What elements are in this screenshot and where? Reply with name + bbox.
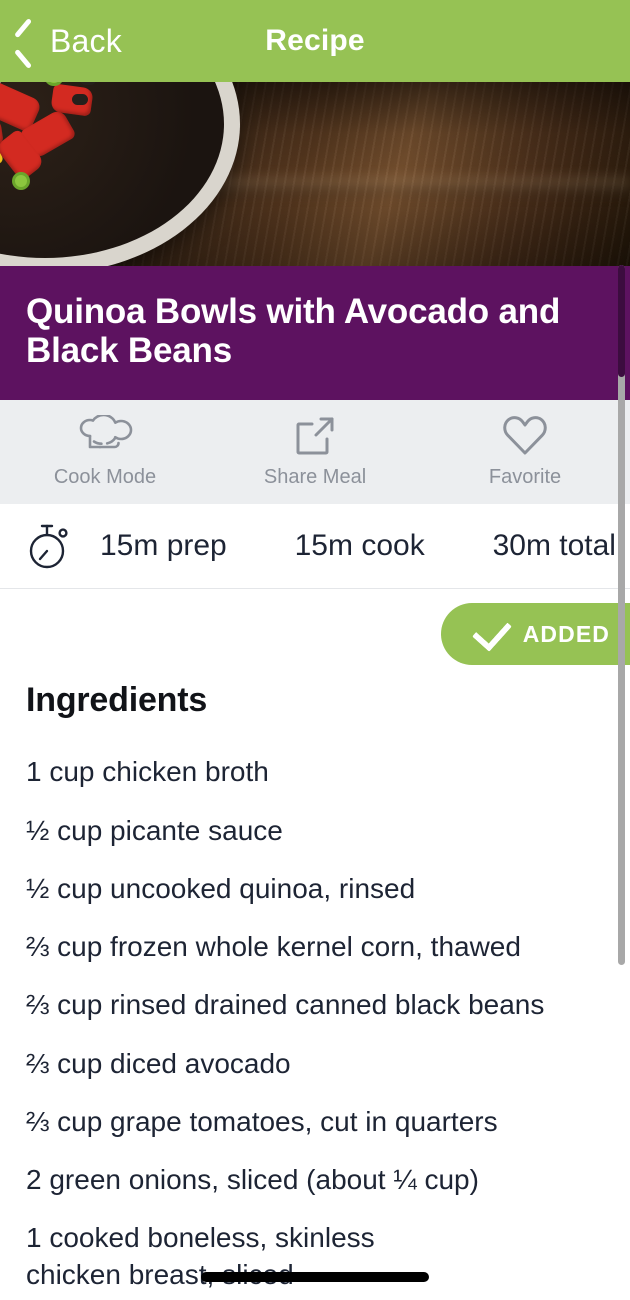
cook-mode-label: Cook Mode	[53, 466, 157, 489]
recipe-hero-image	[0, 82, 630, 266]
vertical-scrollbar-over-banner[interactable]	[618, 265, 625, 377]
share-box-arrow-icon	[294, 415, 336, 457]
ingredient-item: 1 cooked boneless, skinless chicken brea…	[26, 1222, 375, 1291]
chevron-left-icon	[14, 23, 36, 59]
ingredient-item: ⅔ cup grape tomatoes, cut in quarters	[26, 1105, 498, 1137]
favorite-button[interactable]: Favorite	[420, 415, 630, 489]
ingredient-item: ⅔ cup rinsed drained canned black beans	[26, 989, 545, 1021]
total-time: 30m total	[492, 529, 616, 563]
ingredients-heading: Ingredients	[26, 681, 208, 720]
time-values: 15m prep 15m cook 30m total	[78, 529, 616, 563]
ingredient-item: ⅔ cup frozen whole kernel corn, thawed	[26, 931, 521, 963]
chef-hat-icon	[74, 415, 136, 457]
ingredient-item: ⅔ cup diced avocado	[26, 1047, 291, 1079]
ingredient-item: ½ cup uncooked quinoa, rinsed	[26, 872, 416, 904]
share-meal-label: Share Meal	[263, 466, 367, 489]
stopwatch-icon	[26, 521, 78, 571]
recipe-time-row: 15m prep 15m cook 30m total	[0, 504, 630, 590]
home-indicator	[201, 1272, 429, 1282]
ingredient-item: ½ cup picante sauce	[26, 814, 283, 846]
prep-time: 15m prep	[100, 529, 227, 563]
recipe-screen: Back Recipe Quinoa Bowls with Avocado an…	[0, 0, 630, 1300]
ingredient-item: 2 green onions, sliced (about ¼ cup)	[26, 1164, 479, 1196]
cook-mode-button[interactable]: Cook Mode	[0, 415, 210, 489]
added-to-list-button[interactable]: ADDED	[440, 603, 630, 666]
heart-icon	[502, 415, 548, 457]
back-button-label: Back	[50, 22, 122, 59]
ingredients-section: Ingredients 1 cup chicken broth ½ cup pi…	[0, 681, 630, 1300]
check-icon	[471, 611, 512, 652]
ingredient-item: 1 cup chicken broth	[26, 756, 269, 788]
navigation-bar: Back Recipe	[0, 0, 630, 82]
recipe-title: Quinoa Bowls with Avocado and Black Bean…	[26, 292, 561, 371]
cook-time: 15m cook	[294, 529, 425, 563]
favorite-label: Favorite	[488, 466, 562, 489]
share-meal-button[interactable]: Share Meal	[210, 415, 420, 489]
recipe-action-bar: Cook Mode Share Meal Favorite	[0, 400, 630, 505]
added-button-label: ADDED	[522, 620, 610, 647]
recipe-title-banner: Quinoa Bowls with Avocado and Black Bean…	[0, 266, 630, 401]
back-button[interactable]: Back	[0, 0, 122, 82]
added-button-zone: ADDED	[0, 589, 630, 681]
